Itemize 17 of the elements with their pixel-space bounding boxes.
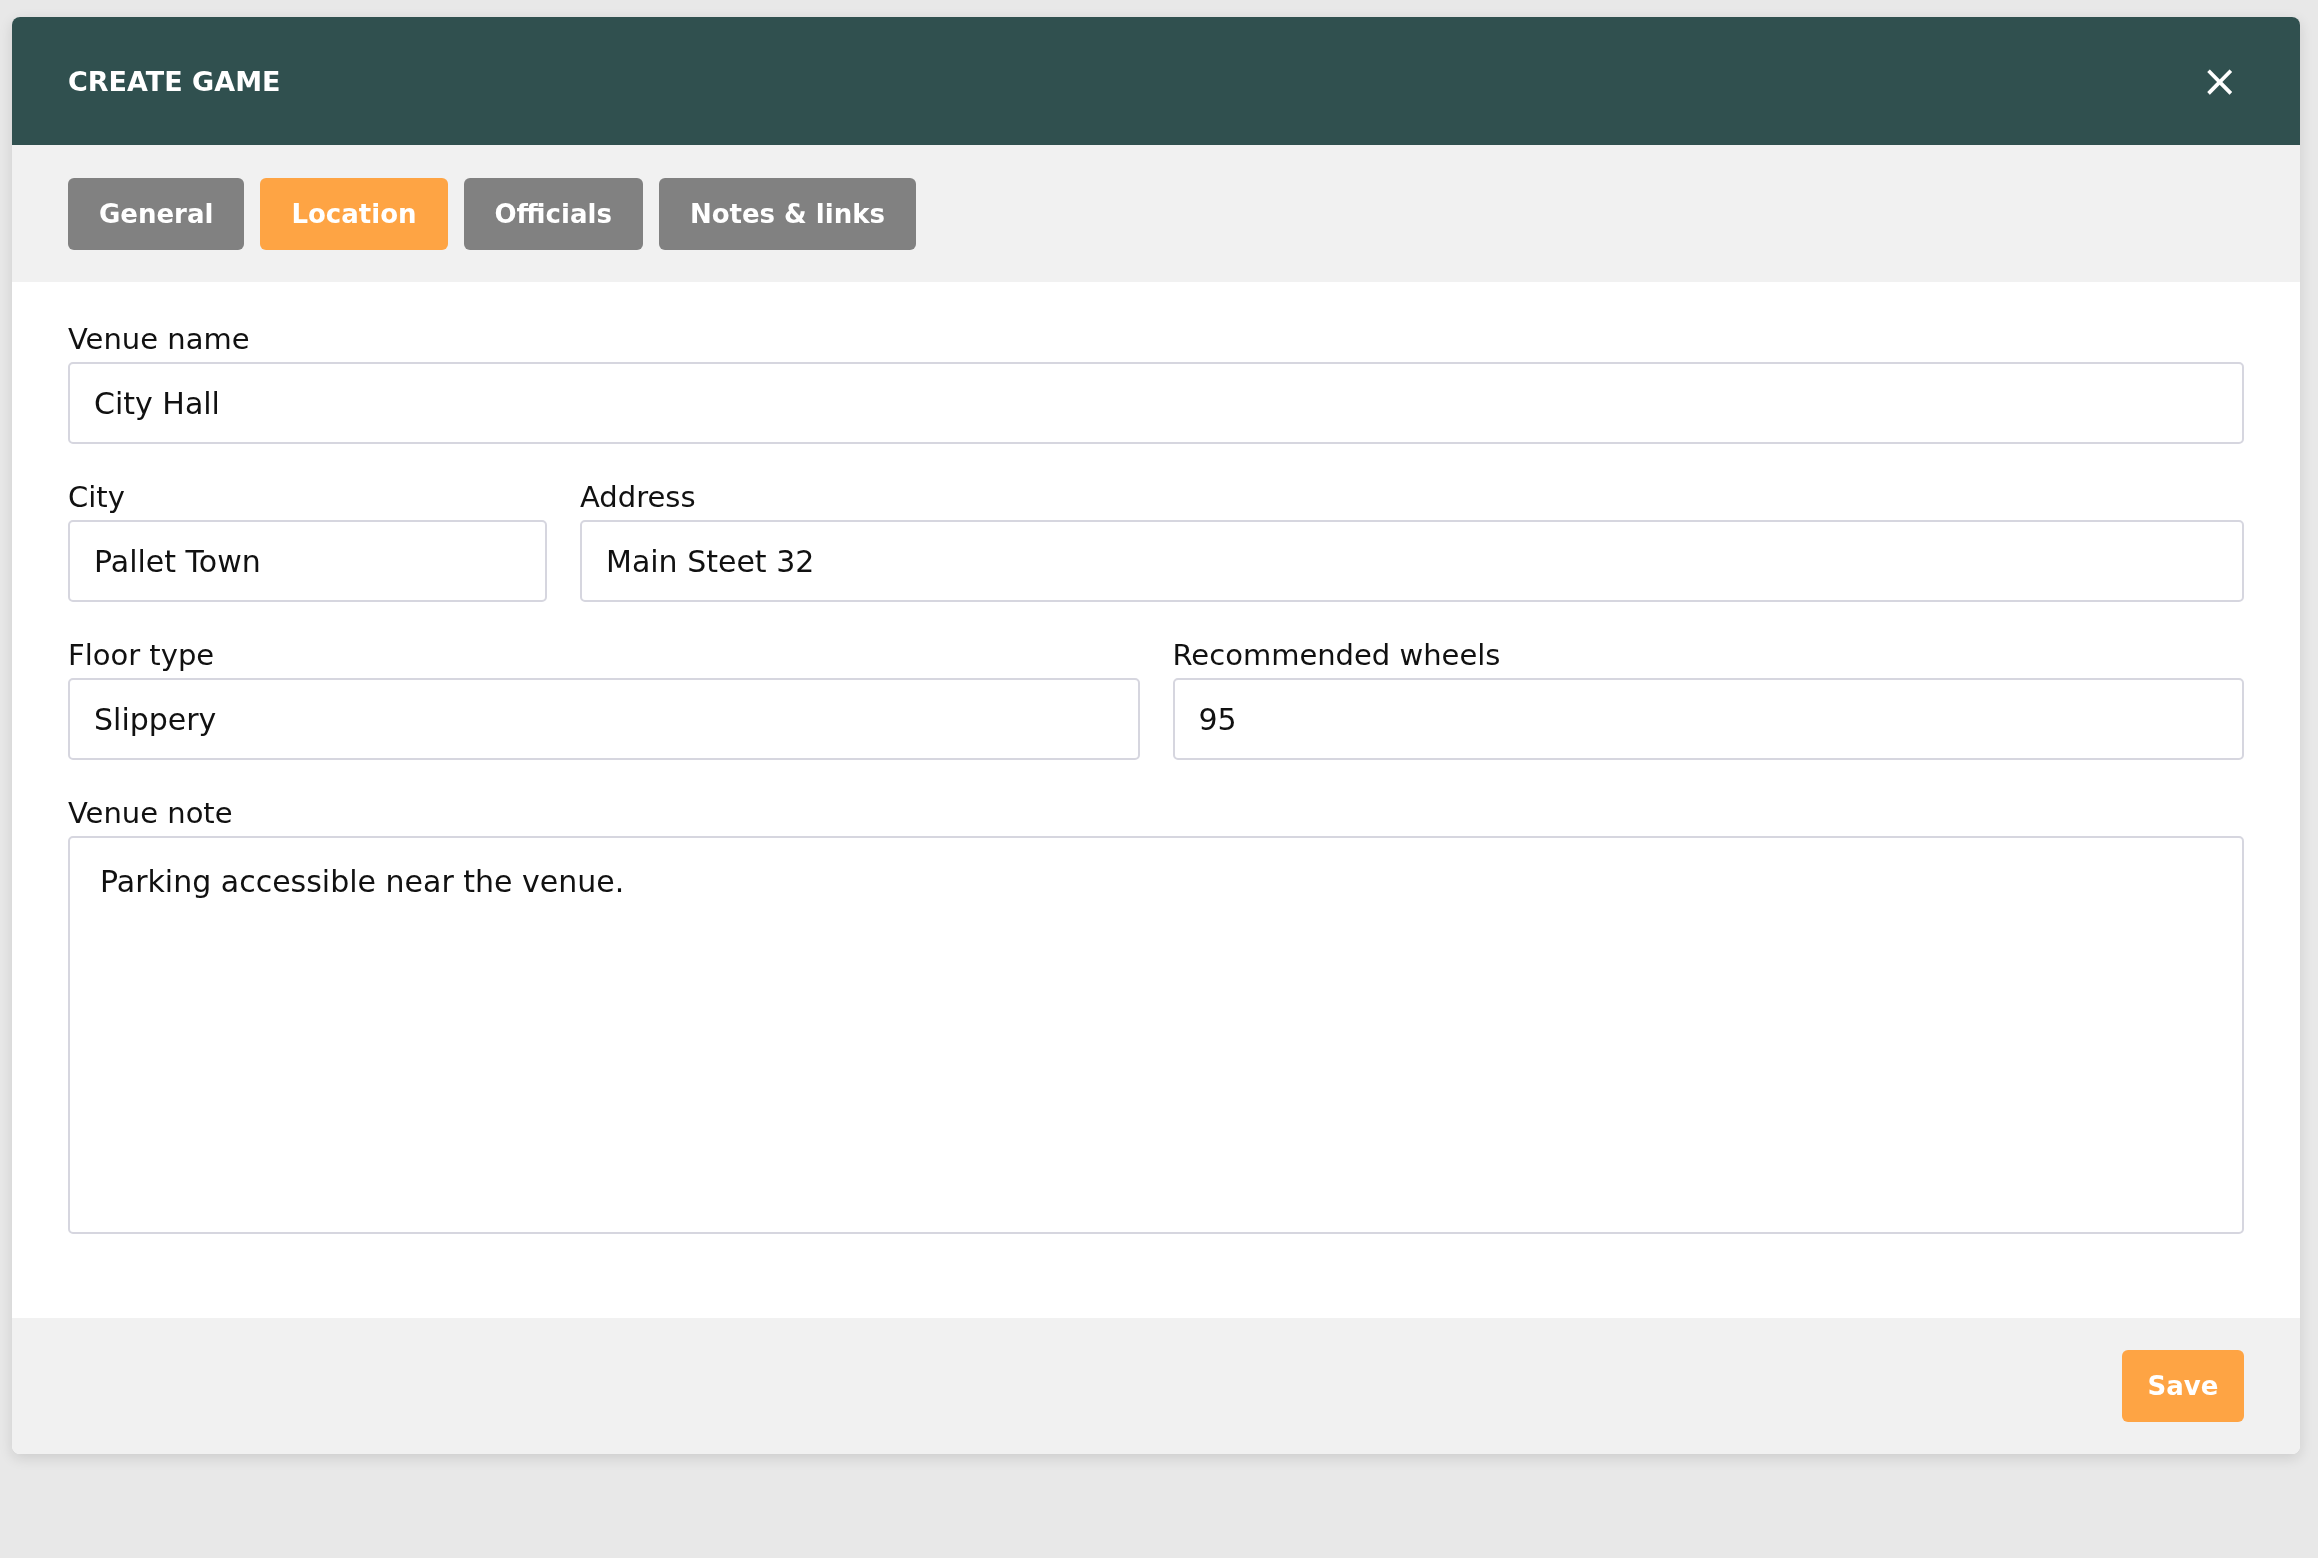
tab[interactable]: Officials	[463, 177, 643, 250]
field-label: City	[68, 480, 126, 514]
field-label: Venue note	[68, 796, 234, 830]
input-field[interactable]: Slippery	[68, 678, 1140, 760]
field-label: Floor type	[68, 638, 216, 672]
field-label: Recommended wheels	[1172, 638, 1502, 672]
field-label: Address	[580, 480, 697, 514]
close-button[interactable]: ×	[2195, 59, 2244, 103]
input-field[interactable]: Main Steet 32	[580, 520, 2244, 602]
input-field[interactable]: 95	[1172, 678, 2244, 760]
input-field[interactable]: City Hall	[68, 362, 2244, 444]
text-area[interactable]: Parking accessible near the venue.	[68, 836, 2244, 1234]
tab[interactable]: General	[68, 177, 245, 250]
dialog-title: CREATE GAME	[68, 65, 281, 97]
tab[interactable]: Notes & links	[658, 177, 916, 250]
input-field[interactable]: Pallet Town	[68, 520, 547, 602]
field-label: Venue name	[68, 322, 251, 356]
